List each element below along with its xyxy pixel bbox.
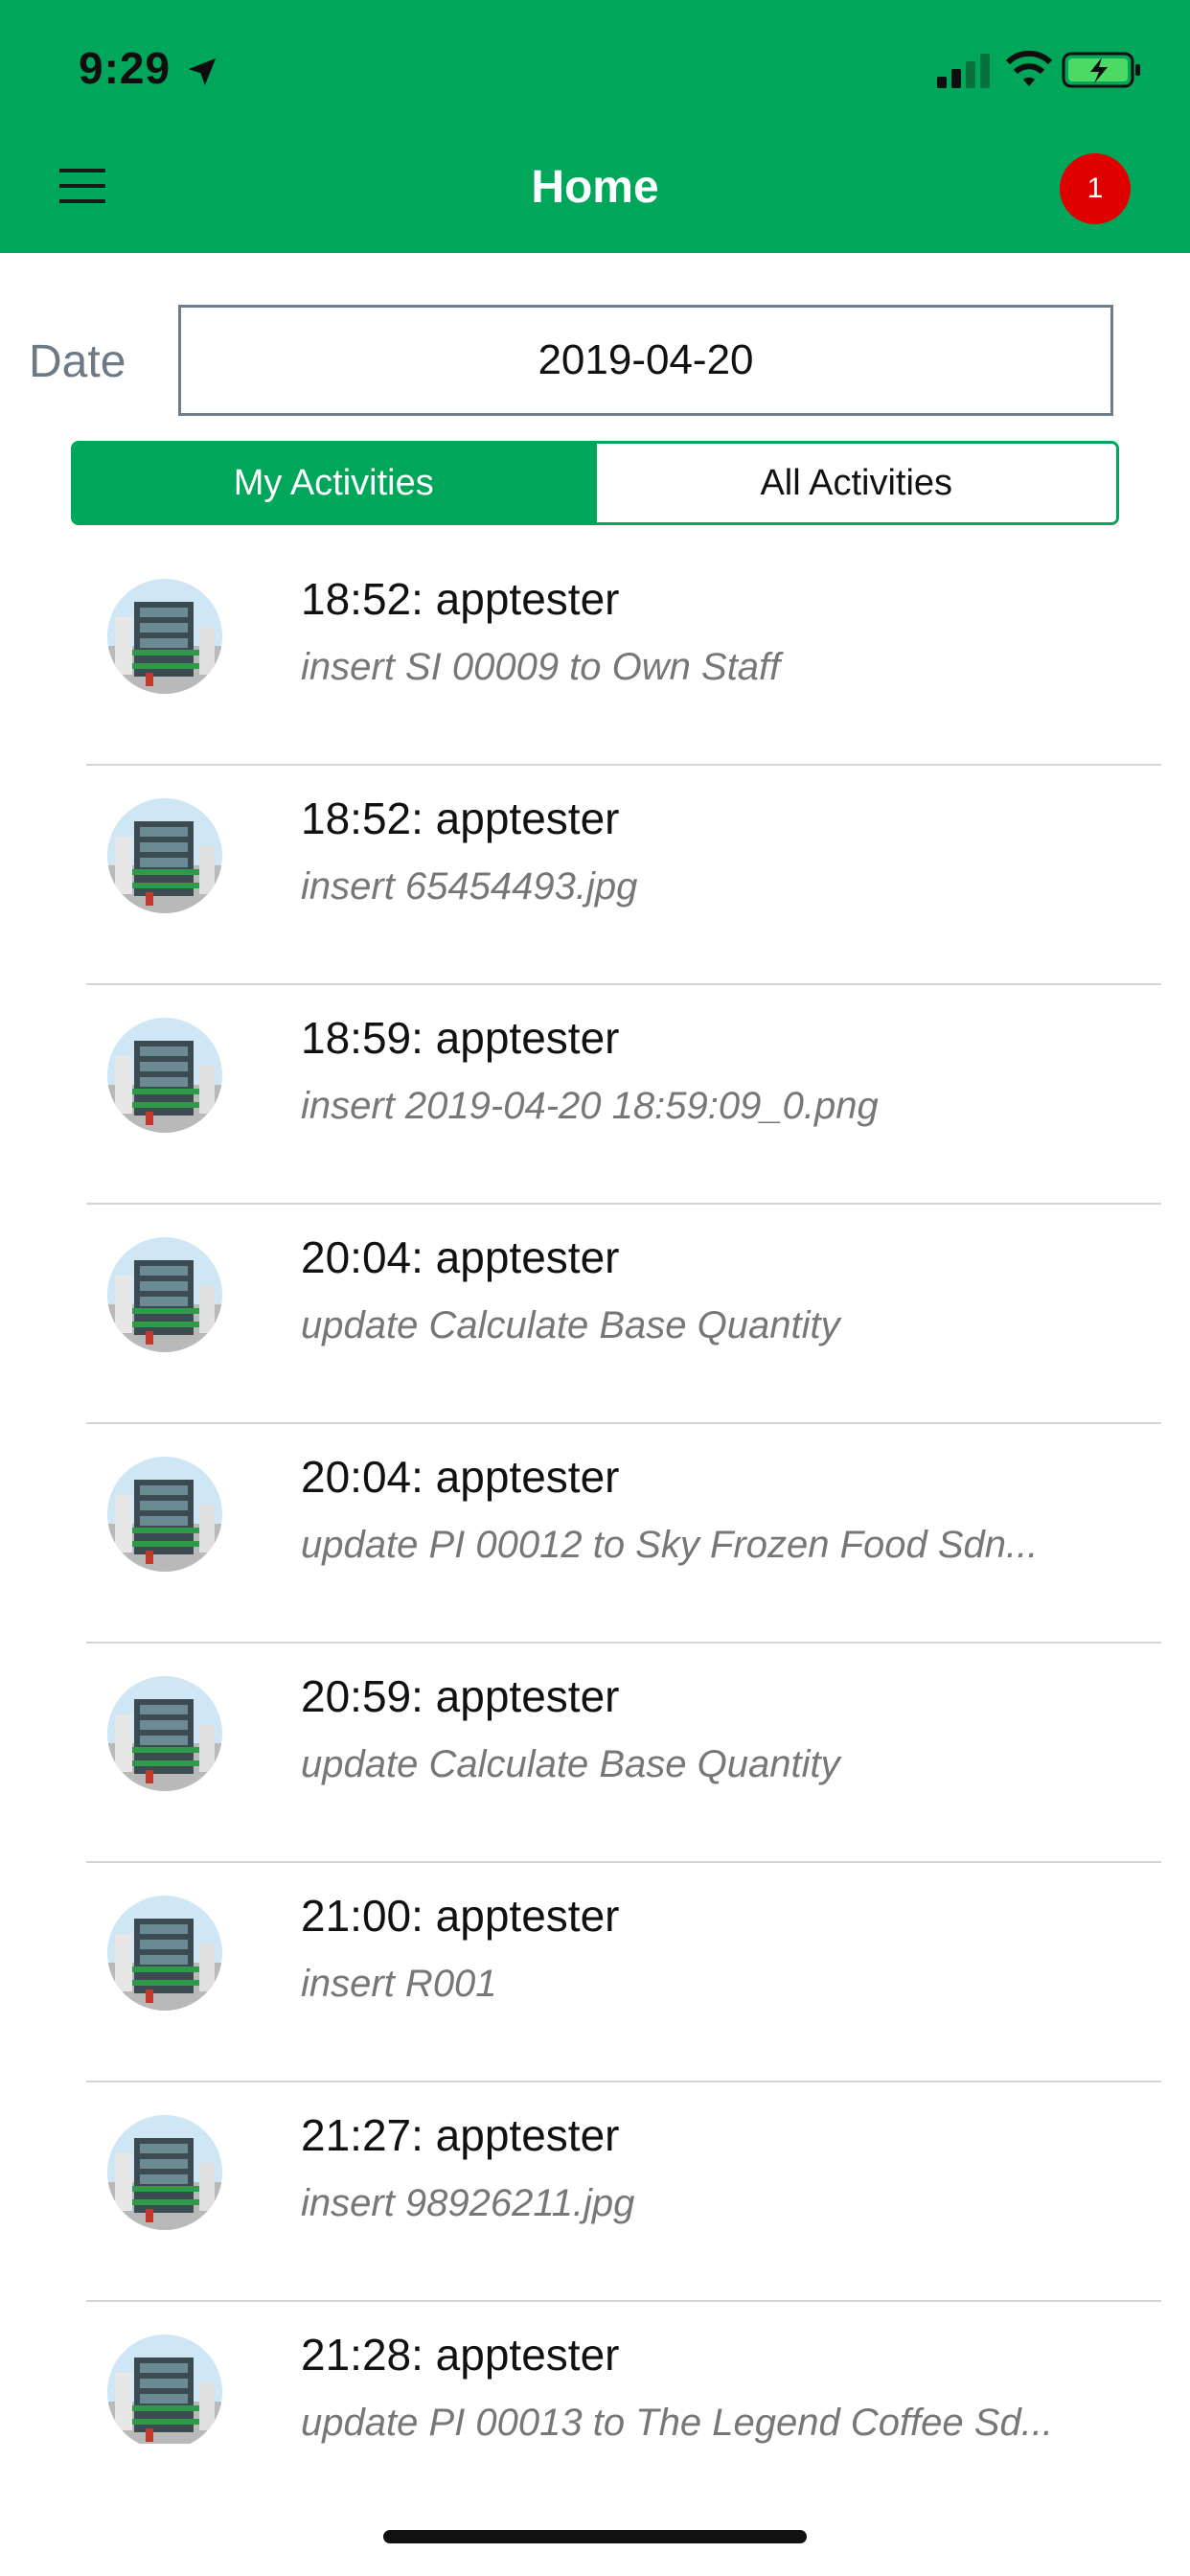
activity-description: insert SI 00009 to Own Staff [301,646,781,688]
activity-description: insert 2019-04-20 18:59:09_0.png [301,1085,879,1127]
activity-description: update PI 00013 to The Legend Coffee Sd.… [301,2402,1054,2444]
building-avatar [107,1676,222,1791]
activity-title: 21:28: apptester [301,2330,620,2380]
activity-item[interactable]: 20:04: apptester update PI 00012 to Sky F… [86,1424,1161,1644]
building-avatar [107,798,222,913]
activity-title: 18:52: apptester [301,794,620,843]
activity-title: 20:04: apptester [301,1452,620,1502]
cellular-signal-icon [937,54,990,88]
activity-description: insert R001 [301,1963,497,2005]
activity-title: 21:00: apptester [301,1891,620,1941]
activity-description: insert 65454493.jpg [301,865,638,908]
page-title: Home [531,162,659,213]
building-avatar [107,2115,222,2230]
tab-all-activities[interactable]: All Activities [593,444,1116,522]
building-avatar [107,1018,222,1133]
home-indicator [383,2530,807,2543]
building-avatar [107,1237,222,1352]
activity-item[interactable]: 18:59: apptester insert 2019-04-20 18:59:… [86,985,1161,1205]
activity-filter-tabs: My Activities All Activities [71,441,1119,525]
location-arrow-icon [188,58,217,86]
activity-title: 18:59: apptester [301,1013,620,1063]
activity-item[interactable]: 18:52: apptester insert SI 00009 to Own S… [86,546,1161,766]
activity-list: 18:52: apptester insert SI 00009 to Own S… [0,546,1190,2444]
date-input[interactable]: 2019-04-20 [178,305,1113,416]
activity-description: update Calculate Base Quantity [301,1743,840,1785]
activity-item[interactable]: 20:59: apptester update Calculate Base Qu… [86,1644,1161,1863]
notification-badge[interactable]: 1 [1060,153,1131,224]
activity-item[interactable]: 21:27: apptester insert 98926211.jpg [86,2082,1161,2302]
activity-description: insert 98926211.jpg [301,2182,635,2224]
activity-item[interactable]: 21:28: apptester update PI 00013 to The L… [86,2302,1161,2444]
tab-my-activities[interactable]: My Activities [74,444,594,522]
activity-description: update PI 00012 to Sky Frozen Food Sdn..… [301,1524,1039,1566]
building-avatar [107,579,222,694]
activity-item[interactable]: 21:00: apptester insert R001 [86,1863,1161,2082]
building-avatar [107,1457,222,1572]
activity-title: 18:52: apptester [301,574,620,624]
building-avatar [107,2334,222,2444]
activity-description: update Calculate Base Quantity [301,1304,840,1346]
activity-item[interactable]: 20:04: apptester update Calculate Base Qu… [86,1205,1161,1424]
status-time: 9:29 [79,43,172,93]
activity-title: 20:04: apptester [301,1232,620,1282]
activity-title: 21:27: apptester [301,2110,620,2160]
building-avatar [107,1896,222,2011]
activity-item[interactable]: 18:52: apptester insert 65454493.jpg [86,766,1161,985]
wifi-icon [1006,50,1052,86]
app-header: 9:29 Home 1 [0,0,1190,253]
battery-charging-icon [1062,52,1140,88]
date-label: Date [29,336,126,387]
activity-title: 20:59: apptester [301,1671,620,1721]
